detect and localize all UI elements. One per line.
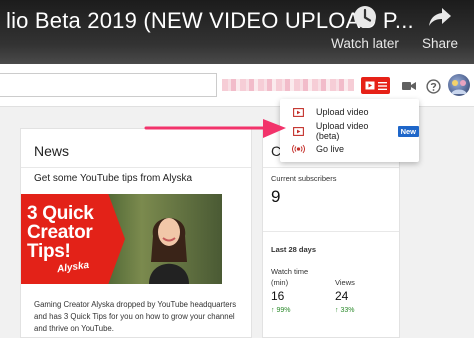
annotation-arrow-icon bbox=[144, 119, 286, 138]
